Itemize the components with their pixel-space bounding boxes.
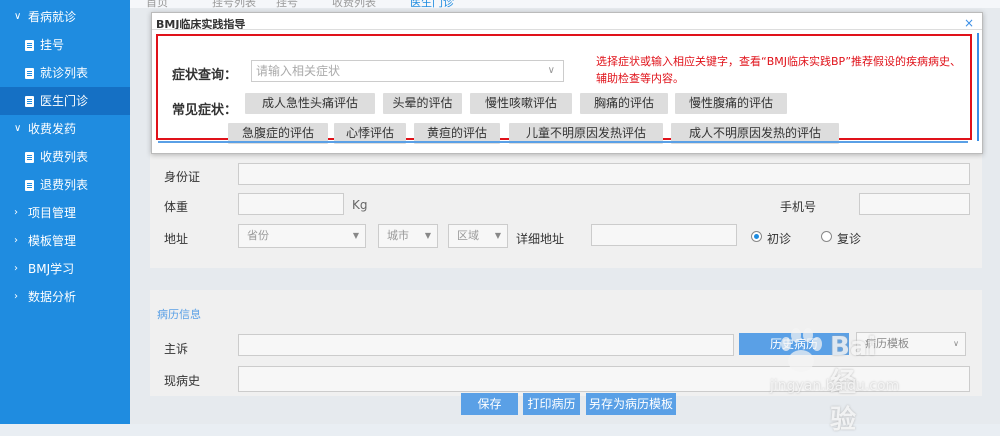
return-visit-radio[interactable] [821,231,832,242]
sidebar-item-label: 医生门诊 [40,94,89,108]
close-icon[interactable]: × [964,16,974,30]
symptom-placeholder: 请输入相关症状 [256,64,341,78]
province-value: 省份 [247,229,269,242]
complaint-field[interactable] [238,334,734,356]
city-select[interactable]: 城市 ▼ [378,224,438,248]
sidebar-item-label: 收费列表 [40,150,89,164]
chevron-right-icon: › [14,263,18,274]
sidebar-group-project[interactable]: › 项目管理 [0,199,130,227]
sidebar-item-label: 模板管理 [28,234,77,248]
chevron-right-icon: › [14,207,18,218]
symptom-query-label: 症状查询： [172,68,238,83]
highlight-box: 症状查询： 请输入相关症状 ∨ 选择症状或输入相应关键字，查看“BMJ临床实践B… [156,34,972,144]
symptom-chip[interactable]: 胸痛的评估 [580,93,668,114]
sidebar-item-refund-list[interactable]: 退费列表 [0,171,130,199]
caret-down-icon: ▼ [424,231,431,240]
sidebar-item-doctor-clinic[interactable]: 医生门诊 [0,87,130,115]
watermark-url: jingyan.baidu.com [770,378,900,394]
chevron-down-icon: ∨ [14,123,22,134]
document-icon [25,152,34,163]
sidebar-item-register[interactable]: 挂号 [0,31,130,59]
sidebar-item-label: 项目管理 [28,206,77,220]
document-icon [25,180,34,191]
id-label: 身份证 [164,170,201,184]
document-icon [25,40,34,51]
sidebar-item-charge-list[interactable]: 收费列表 [0,143,130,171]
sidebar-item-visit-list[interactable]: 就诊列表 [0,59,130,87]
sidebar: ∨ 看病就诊 挂号 就诊列表 医生门诊 ∨ 收费发药 收费列表 退费列表 › 项… [0,0,130,424]
sidebar-item-label: 退费列表 [40,178,89,192]
common-symptoms-label: 常见症状： [172,103,238,118]
modal-divider [152,29,982,30]
symptom-chip[interactable]: 慢性咳嗽评估 [470,93,572,114]
symptom-chip[interactable]: 成人急性头痛评估 [245,93,375,114]
symptom-chip[interactable]: 头晕的评估 [383,93,462,114]
first-visit-radio[interactable] [751,231,762,242]
sidebar-item-label: 挂号 [40,38,65,52]
weight-label: 体重 [164,200,189,214]
address-label: 地址 [164,232,189,246]
sidebar-group-analytics[interactable]: › 数据分析 [0,283,130,311]
modal-bottom-bar [158,141,968,143]
record-section-title: 病历信息 [157,308,201,321]
chevron-right-icon: › [14,235,18,246]
history-label: 现病史 [164,374,201,388]
save-button[interactable]: 保存 [461,393,518,415]
province-select[interactable]: 省份 ▼ [238,224,366,248]
district-select[interactable]: 区域 ▼ [448,224,508,248]
modal-scrollbar[interactable] [977,33,979,141]
sidebar-item-label: 数据分析 [28,290,77,304]
sidebar-group-charge[interactable]: ∨ 收费发药 [0,115,130,143]
phone-label: 手机号 [780,200,817,214]
usage-hint: 选择症状或输入相应关键字，查看“BMJ临床实践BP”推荐假设的疾病病史、辅助检查… [596,55,962,85]
complaint-label: 主诉 [164,342,189,356]
caret-down-icon: ▼ [494,231,501,240]
symptom-chip[interactable]: 慢性腹痛的评估 [675,93,787,114]
chevron-down-icon: ∨ [14,11,22,22]
detail-address-label: 详细地址 [516,232,565,246]
sidebar-item-label: 就诊列表 [40,66,89,80]
city-value: 城市 [387,229,409,242]
chevron-down-icon: ∨ [953,339,959,348]
first-visit-label: 初诊 [767,232,792,246]
sidebar-item-label: BMJ学习 [28,262,75,276]
document-icon [25,96,34,107]
sidebar-group-visit[interactable]: ∨ 看病就诊 [0,3,130,31]
chevron-down-icon: ∨ [547,65,555,76]
district-value: 区域 [457,229,479,242]
chevron-right-icon: › [14,291,18,302]
bmj-guidance-modal: BMJ临床实践指导 × 症状查询： 请输入相关症状 ∨ 选择症状或输入相应关键字… [151,12,983,154]
sidebar-group-bmj[interactable]: › BMJ学习 [0,255,130,283]
weight-field[interactable] [238,193,344,215]
print-record-button[interactable]: 打印病历 [523,393,580,415]
top-tab-bar: 首页 挂号列表 挂号 收费列表 医生门诊 [130,0,1000,12]
weight-unit: Kg [352,198,368,212]
caret-down-icon: ▼ [352,231,359,240]
sidebar-item-label: 看病就诊 [28,10,77,24]
sidebar-item-label: 收费发药 [28,122,77,136]
detail-address-field[interactable] [591,224,737,246]
symptom-search-input[interactable]: 请输入相关症状 ∨ [251,60,564,82]
return-visit-label: 复诊 [837,232,862,246]
save-as-template-button[interactable]: 另存为病历模板 [586,393,676,415]
id-field[interactable] [238,163,970,185]
paw-logo-icon [781,328,822,372]
sidebar-group-template[interactable]: › 模板管理 [0,227,130,255]
document-icon [25,68,34,79]
phone-field[interactable] [859,193,970,215]
